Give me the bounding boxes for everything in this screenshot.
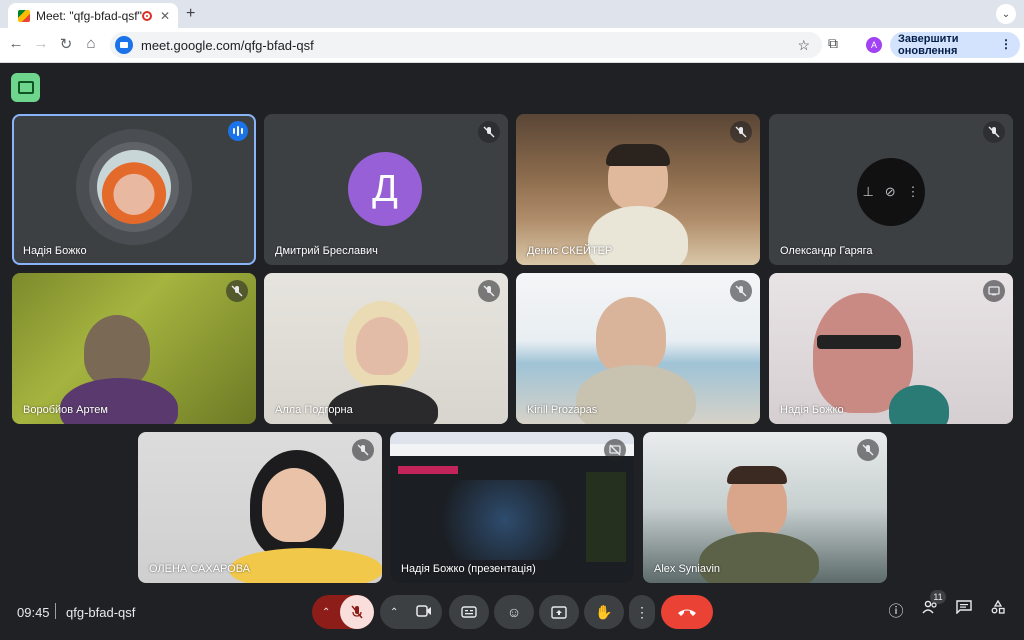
camera-button[interactable] — [416, 604, 432, 620]
reactions-button[interactable]: ☺ — [494, 595, 534, 629]
mic-off-icon — [730, 280, 752, 302]
mic-off-icon — [857, 439, 879, 461]
mic-options-chevron-icon[interactable]: ⌃ — [322, 607, 330, 618]
camera-control-group: ⌃ — [380, 595, 442, 629]
participant-name: Надія Божко (презентація) — [401, 563, 536, 575]
emoji-icon: ☺ — [506, 604, 522, 620]
close-tab-icon[interactable]: ✕ — [160, 9, 170, 23]
browser-toolbar: ← → ↻ ⌂ meet.google.com/qfg-bfad-qsf ☆ ⧉… — [0, 28, 1024, 63]
companion-mode-icon[interactable] — [11, 73, 40, 102]
leave-call-button[interactable] — [661, 595, 713, 629]
activities-icon[interactable] — [987, 599, 1009, 618]
present-icon — [551, 605, 567, 619]
more-vert-icon: ⋮ — [635, 603, 649, 620]
chat-icon[interactable] — [953, 600, 975, 618]
camera-icon — [416, 605, 431, 617]
participant-tile[interactable]: ⊥ ⊘ ⋮ Олександр Гаряга — [769, 114, 1013, 265]
more-menu-icon[interactable]: ⋮ — [1000, 37, 1012, 51]
address-bar[interactable]: meet.google.com/qfg-bfad-qsf ☆ — [110, 32, 822, 58]
extensions-icon[interactable]: ⧉ — [828, 35, 838, 52]
home-icon[interactable]: ⌂ — [81, 35, 101, 52]
participant-tile[interactable]: Надія Божко (презентація) — [390, 432, 634, 583]
participant-name: Надія Божко — [23, 245, 87, 257]
tab-title: Meet: "qfg-bfad-qsf" — [36, 8, 142, 23]
camera-feed — [769, 273, 1013, 424]
url-text: meet.google.com/qfg-bfad-qsf — [141, 37, 314, 53]
bookmark-star-icon[interactable]: ☆ — [797, 37, 810, 54]
participant-name: Алла Подгорна — [275, 404, 353, 416]
meeting-controls-bar: 09:45 qfg-bfad-qsf ⌃ ⌃ ☺ ✋ ⋮ ⓘ 11 — [0, 590, 1024, 640]
people-icon[interactable] — [919, 600, 941, 618]
camera-feed — [516, 273, 760, 424]
mic-control-group: ⌃ — [312, 595, 374, 629]
meeting-details-icon[interactable]: ⓘ — [885, 600, 907, 621]
divider — [55, 603, 56, 619]
participant-tile[interactable]: Kirill Prozapas — [516, 273, 760, 424]
participant-name: ОЛЕНА САХАРОВА — [149, 563, 250, 575]
participant-tile[interactable]: Alex Syniavin — [643, 432, 887, 583]
forward-icon[interactable]: → — [31, 35, 51, 52]
meeting-code: qfg-bfad-qsf — [66, 605, 136, 620]
tab-meet[interactable]: Meet: "qfg-bfad-qsf" ✕ — [8, 3, 178, 28]
more-options-button[interactable]: ⋮ — [629, 595, 655, 629]
participant-name: Alex Syniavin — [654, 563, 721, 575]
participant-tile[interactable]: ОЛЕНА САХАРОВА — [138, 432, 382, 583]
participant-name: Воробйов Артем — [23, 404, 108, 416]
mic-off-button[interactable] — [340, 595, 374, 629]
shared-screen — [390, 432, 634, 583]
camera-feed — [516, 114, 760, 265]
camera-feed — [12, 273, 256, 424]
mic-off-icon — [983, 121, 1005, 143]
camera-feed — [643, 432, 887, 583]
mic-off-icon — [352, 439, 374, 461]
recording-icon — [141, 10, 152, 21]
camera-feed — [264, 273, 508, 424]
captions-icon — [461, 606, 477, 618]
participant-tile[interactable]: Воробйов Артем — [12, 273, 256, 424]
pin-icon[interactable]: ⊥ — [862, 184, 873, 200]
camera-options-chevron-icon[interactable]: ⌃ — [390, 607, 398, 618]
mic-off-icon — [226, 280, 248, 302]
participant-tile[interactable]: Надія Божко — [769, 273, 1013, 424]
participant-name: Kirill Prozapas — [527, 404, 598, 416]
site-info-icon[interactable] — [115, 36, 133, 54]
participant-tile[interactable]: Денис СКЕЙТЕР — [516, 114, 760, 265]
participant-name: Надія Божко — [780, 404, 844, 416]
camera-feed — [138, 432, 382, 583]
speaking-ring — [76, 129, 192, 245]
more-options-icon[interactable]: ⋮ — [907, 184, 920, 200]
present-icon — [604, 439, 626, 461]
raise-hand-button[interactable]: ✋ — [584, 595, 624, 629]
meet-favicon-icon — [18, 9, 30, 22]
profile-avatar[interactable]: A — [866, 37, 882, 53]
participant-name: Денис СКЕЙТЕР — [527, 245, 613, 257]
new-tab-button[interactable]: + — [186, 5, 195, 23]
mic-off-icon — [730, 121, 752, 143]
captions-button[interactable] — [449, 595, 489, 629]
tab-search-icon[interactable]: ⌄ — [996, 4, 1016, 24]
participant-name: Олександр Гаряга — [780, 245, 873, 257]
hang-up-icon — [678, 609, 696, 616]
reload-icon[interactable]: ↻ — [56, 35, 76, 53]
mic-off-icon — [351, 605, 363, 619]
back-icon[interactable]: ← — [6, 35, 26, 52]
participant-tile[interactable]: Надія Божко — [12, 114, 256, 265]
meeting-clock: 09:45 — [17, 605, 50, 620]
participant-tile[interactable]: Д Дмитрий Бреславич — [264, 114, 508, 265]
avatar: Д — [348, 152, 422, 226]
participant-tile[interactable]: Алла Подгорна — [264, 273, 508, 424]
participant-name: Дмитрий Бреславич — [275, 245, 378, 257]
present-screen-button[interactable] — [539, 595, 579, 629]
screen-share-icon — [983, 280, 1005, 302]
finish-update-button[interactable]: Завершити оновлення ⋮ — [890, 32, 1020, 58]
tile-hover-controls: ⊥ ⊘ ⋮ — [857, 158, 925, 226]
speaking-indicator-icon — [228, 121, 248, 141]
mute-participant-icon[interactable]: ⊘ — [885, 184, 896, 200]
avatar — [97, 150, 171, 224]
hand-icon: ✋ — [595, 603, 613, 620]
mic-off-icon — [478, 121, 500, 143]
tab-bar: Meet: "qfg-bfad-qsf" ✕ + ⌄ — [0, 0, 1024, 28]
mic-off-icon — [478, 280, 500, 302]
